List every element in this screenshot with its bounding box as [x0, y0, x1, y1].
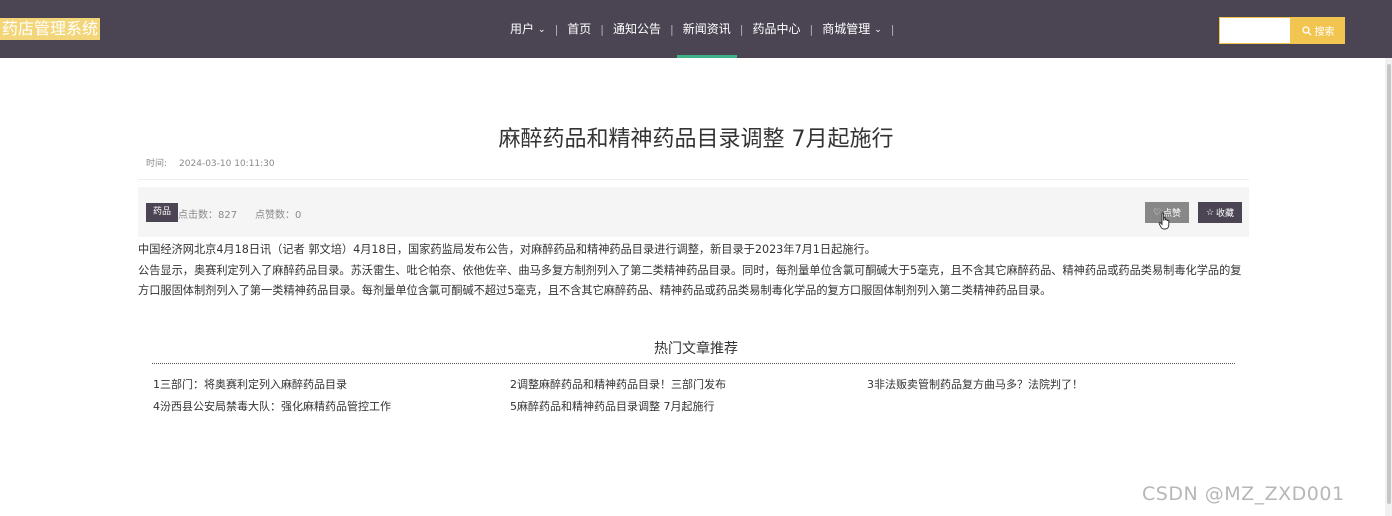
chevron-down-icon: ⌄ — [874, 25, 882, 35]
top-navigation-bar: 药店管理系统 用户 ⌄ | 首页 | 通知公告 | 新闻资讯 | 药品中心 | 商… — [0, 0, 1392, 58]
hot-article-link[interactable]: 5麻醉药品和精神药品目录调整 7月起施行 — [510, 398, 715, 414]
nav-home[interactable]: 首页 — [561, 0, 597, 58]
nav-shop-management-label: 商城管理 — [822, 22, 871, 36]
favorite-button-label: 收藏 — [1216, 208, 1235, 218]
main-nav: 用户 ⌄ | 首页 | 通知公告 | 新闻资讯 | 药品中心 | 商城管理 ⌄ | — [504, 0, 898, 58]
search-icon — [1301, 25, 1311, 35]
hot-articles-divider — [152, 363, 1235, 364]
article-time-value: 2024-03-10 10:11:30 — [179, 159, 275, 169]
hot-article-link[interactable]: 3非法贩卖管制药品复方曲马多？法院判了！ — [867, 376, 1083, 392]
star-icon: ☆ — [1205, 207, 1215, 217]
article-time: 时间: 2024-03-10 10:11:30 — [146, 156, 287, 169]
nav-drug-center-label: 药品中心 — [752, 22, 801, 36]
search-button[interactable]: 搜索 — [1291, 17, 1345, 44]
nav-separator: | — [890, 22, 895, 36]
nav-notices[interactable]: 通知公告 — [607, 0, 667, 58]
site-logo[interactable]: 药店管理系统 — [0, 18, 101, 40]
content-paragraph: 公告显示，奥赛利定列入了麻醉药品目录。苏沃雷生、吡仑帕奈、依他佐辛、曲马多复方制… — [138, 263, 1242, 298]
search-input[interactable] — [1219, 17, 1291, 44]
hand-pointer-cursor-icon — [1158, 212, 1170, 230]
nav-user-label: 用户 — [510, 22, 535, 36]
nav-separator: | — [554, 22, 559, 36]
click-count: 点击数：827 — [178, 210, 238, 221]
content-paragraph: 中国经济网北京4月18日讯（记者 郭文培）4月18日，国家药监局发布公告，对麻醉… — [138, 243, 876, 256]
article-title: 麻醉药品和精神药品目录调整 7月起施行 — [498, 127, 894, 152]
hot-article-link[interactable]: 4汾西县公安局禁毒大队：强化麻精药品管控工作 — [153, 398, 391, 414]
chevron-down-icon: ⌄ — [538, 25, 546, 35]
nav-separator: | — [670, 22, 674, 36]
nav-separator: | — [739, 22, 744, 36]
article-meta-bar: 药品 点击数：827 点赞数：0 ♡ 点赞 ☆ 收藏 — [138, 187, 1249, 237]
like-count: 点赞数：0 — [255, 210, 302, 221]
nav-user[interactable]: 用户 ⌄ — [504, 0, 552, 58]
nav-notices-label: 通知公告 — [613, 22, 662, 36]
nav-shop-management[interactable]: 商城管理 ⌄ — [816, 0, 888, 58]
nav-separator: | — [809, 22, 814, 36]
nav-news-label: 新闻资讯 — [682, 22, 731, 36]
nav-separator: | — [600, 22, 605, 36]
title-divider — [138, 179, 1249, 180]
search-button-label: 搜索 — [1314, 27, 1335, 38]
hot-article-link[interactable]: 2调整麻醉药品和精神药品目录！三部门发布 — [510, 376, 726, 392]
article-time-label: 时间: — [146, 159, 168, 169]
csdn-watermark: CSDN @MZ_ZXD001 — [1142, 483, 1345, 505]
nav-drug-center[interactable]: 药品中心 — [746, 0, 806, 58]
article-content: 中国经济网北京4月18日讯（记者 郭文培）4月18日，国家药监局发布公告，对麻醉… — [138, 240, 1250, 302]
nav-news[interactable]: 新闻资讯 — [676, 0, 737, 58]
nav-home-label: 首页 — [567, 22, 592, 36]
hot-articles-title: 热门文章推荐 — [654, 341, 738, 357]
hot-article-link[interactable]: 1三部门：将奥赛利定列入麻醉药品目录 — [153, 376, 347, 392]
category-tag[interactable]: 药品 — [146, 203, 179, 222]
favorite-button[interactable]: ☆ 收藏 — [1198, 202, 1242, 223]
